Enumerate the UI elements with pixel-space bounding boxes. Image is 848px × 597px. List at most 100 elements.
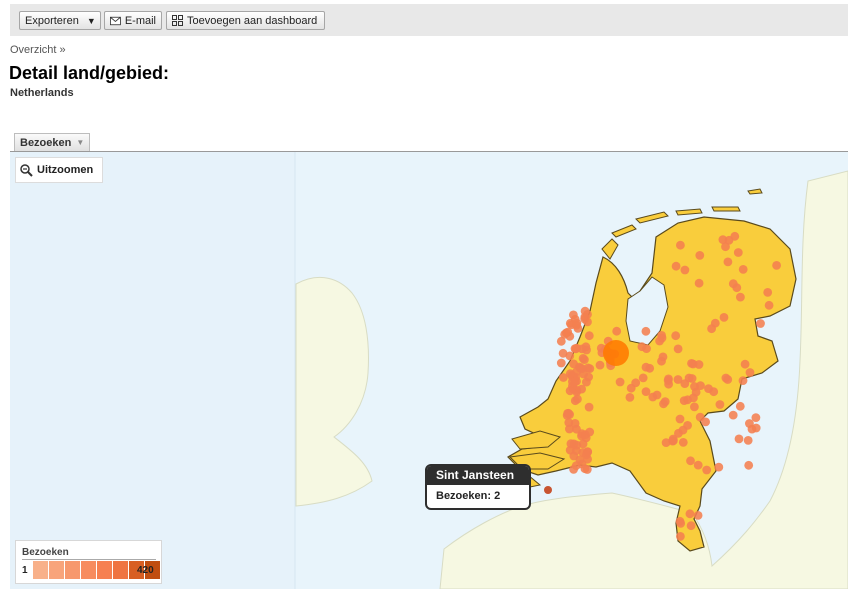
- city-marker[interactable]: [686, 521, 696, 531]
- city-marker[interactable]: [709, 387, 719, 397]
- city-marker[interactable]: [719, 313, 729, 322]
- city-marker[interactable]: [577, 384, 586, 394]
- city-marker[interactable]: [738, 376, 748, 385]
- city-marker[interactable]: [751, 413, 761, 422]
- city-marker[interactable]: [580, 306, 590, 316]
- city-marker[interactable]: [663, 376, 673, 385]
- city-marker[interactable]: [580, 355, 589, 364]
- city-marker[interactable]: [556, 358, 566, 368]
- city-marker[interactable]: [659, 399, 668, 409]
- city-marker[interactable]: [740, 359, 750, 369]
- city-marker[interactable]: [572, 318, 582, 328]
- city-marker[interactable]: [678, 438, 688, 447]
- city-marker[interactable]: [693, 511, 703, 520]
- city-marker[interactable]: [676, 240, 685, 250]
- city-marker[interactable]: [641, 326, 651, 336]
- city-marker[interactable]: [707, 324, 716, 334]
- city-marker[interactable]: [595, 360, 605, 370]
- email-button[interactable]: E-mail: [104, 11, 162, 30]
- map-panel[interactable]: [10, 151, 848, 589]
- export-button[interactable]: Exporteren ▼: [19, 11, 101, 30]
- city-marker[interactable]: [683, 421, 692, 430]
- city-marker[interactable]: [638, 373, 648, 383]
- city-marker[interactable]: [691, 387, 701, 397]
- city-marker[interactable]: [733, 248, 743, 257]
- city-marker[interactable]: [570, 419, 580, 428]
- city-marker[interactable]: [723, 375, 733, 384]
- city-marker[interactable]: [673, 344, 683, 354]
- map-canvas[interactable]: [10, 152, 848, 589]
- city-marker[interactable]: [566, 369, 575, 378]
- city-marker[interactable]: [565, 386, 575, 396]
- city-marker[interactable]: [702, 465, 712, 475]
- city-marker[interactable]: [570, 377, 580, 387]
- city-marker[interactable]: [723, 257, 733, 267]
- city-marker[interactable]: [561, 328, 571, 338]
- city-marker[interactable]: [569, 465, 578, 474]
- city-marker[interactable]: [743, 436, 753, 445]
- city-marker[interactable]: [693, 460, 703, 470]
- city-marker[interactable]: [671, 331, 681, 341]
- city-marker[interactable]: [625, 393, 635, 402]
- city-marker[interactable]: [694, 360, 704, 369]
- city-marker[interactable]: [764, 300, 774, 310]
- city-marker[interactable]: [714, 462, 724, 472]
- city-marker[interactable]: [744, 460, 754, 470]
- metric-selector[interactable]: Bezoeken ▼: [14, 133, 91, 151]
- city-marker-selected[interactable]: [544, 486, 552, 494]
- city-marker[interactable]: [584, 331, 594, 341]
- city-marker[interactable]: [679, 396, 689, 405]
- city-marker[interactable]: [690, 402, 699, 412]
- city-marker[interactable]: [584, 402, 594, 412]
- city-marker[interactable]: [582, 450, 591, 460]
- add-to-dashboard-button[interactable]: Toevoegen aan dashboard: [166, 11, 325, 30]
- city-marker[interactable]: [668, 434, 678, 444]
- city-marker[interactable]: [715, 400, 725, 409]
- city-marker[interactable]: [728, 410, 738, 420]
- city-marker[interactable]: [657, 356, 666, 366]
- city-marker[interactable]: [566, 439, 576, 449]
- city-marker[interactable]: [578, 439, 588, 449]
- city-marker[interactable]: [685, 509, 695, 519]
- city-marker[interactable]: [736, 292, 745, 302]
- city-marker[interactable]: [671, 261, 681, 271]
- city-marker[interactable]: [745, 368, 755, 377]
- city-marker[interactable]: [641, 362, 651, 372]
- city-marker[interactable]: [724, 235, 734, 245]
- city-marker[interactable]: [577, 344, 587, 354]
- city-marker[interactable]: [615, 377, 625, 387]
- zoom-out-button[interactable]: Uitzoomen: [15, 157, 103, 183]
- city-marker[interactable]: [564, 408, 573, 418]
- city-marker[interactable]: [582, 465, 592, 474]
- city-marker[interactable]: [695, 251, 705, 260]
- city-marker[interactable]: [675, 414, 685, 424]
- city-marker[interactable]: [738, 265, 748, 274]
- city-marker[interactable]: [701, 417, 710, 427]
- city-marker[interactable]: [680, 265, 690, 275]
- city-marker[interactable]: [756, 319, 765, 328]
- city-marker[interactable]: [772, 261, 781, 270]
- breadcrumb[interactable]: Overzicht »: [10, 44, 66, 56]
- city-marker[interactable]: [735, 401, 745, 411]
- city-marker[interactable]: [612, 326, 622, 336]
- city-marker[interactable]: [583, 317, 592, 327]
- city-marker[interactable]: [673, 375, 683, 384]
- city-marker-amsterdam[interactable]: [603, 340, 629, 366]
- city-marker[interactable]: [684, 373, 694, 383]
- city-marker[interactable]: [631, 378, 641, 388]
- city-marker[interactable]: [655, 336, 664, 346]
- city-marker[interactable]: [558, 348, 568, 358]
- city-marker[interactable]: [585, 427, 595, 437]
- city-marker[interactable]: [569, 451, 579, 461]
- city-marker[interactable]: [734, 434, 744, 444]
- city-marker[interactable]: [728, 279, 738, 289]
- city-marker[interactable]: [676, 532, 685, 541]
- city-marker[interactable]: [686, 456, 695, 466]
- city-marker[interactable]: [573, 394, 582, 404]
- city-marker[interactable]: [637, 342, 647, 352]
- city-marker[interactable]: [676, 519, 686, 528]
- city-marker[interactable]: [751, 423, 761, 433]
- city-marker[interactable]: [694, 278, 704, 288]
- city-marker[interactable]: [641, 387, 651, 396]
- city-marker[interactable]: [763, 288, 773, 297]
